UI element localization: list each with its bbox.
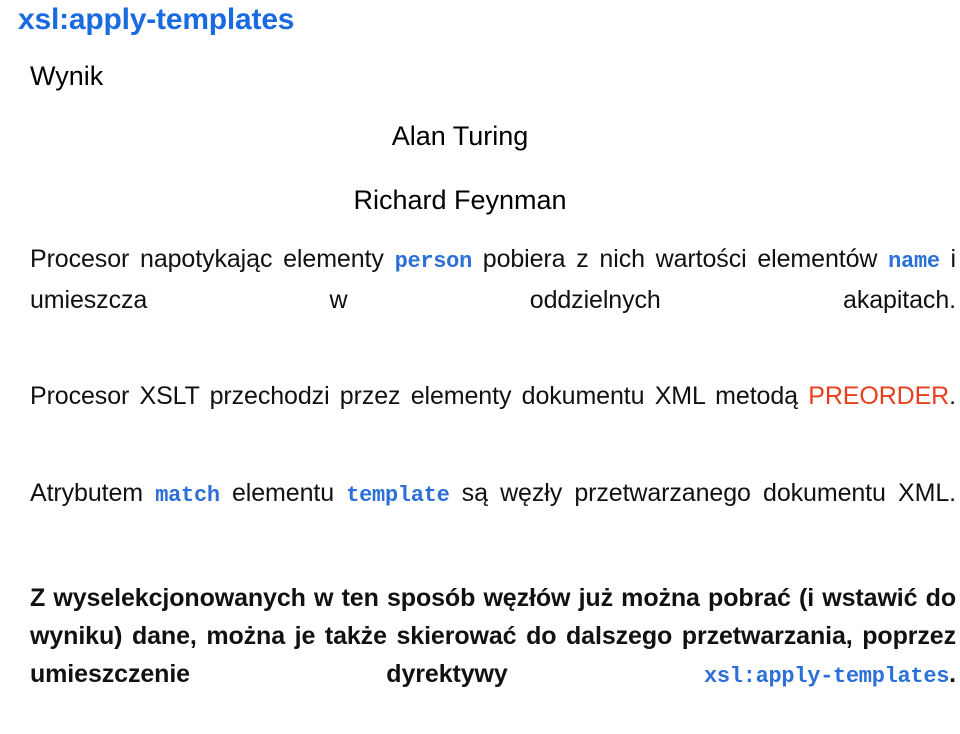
paragraph-3-text-2: elementu [219, 479, 347, 507]
paragraph-3-text-3: są węzły przetwarzanego dokumentu XML. [449, 479, 956, 507]
paragraph-1: Procesor napotykając elementy person pob… [30, 240, 956, 357]
paragraph-1-text-1: Procesor napotykając elementy [30, 245, 395, 273]
slide-canvas: xsl:apply-templates Wynik Alan Turing Ri… [0, 0, 960, 689]
paragraph-2-text-1: Procesor XSLT przechodzi przez elementy … [30, 382, 809, 410]
code-template: template [346, 483, 450, 508]
result-label: Wynik [30, 61, 104, 91]
code-match: match [155, 483, 220, 508]
paragraph-4-text-2: . [949, 660, 956, 688]
paragraph-3: Atrybutem match elementu template są węz… [30, 474, 956, 553]
paragraph-2: Procesor XSLT przechodzi przez elementy … [30, 377, 956, 453]
result-example-block: Wynik Alan Turing Richard Feynman [30, 58, 955, 218]
code-person: person [394, 249, 473, 274]
paragraph-4: Z wyselekcjonowanych w ten sposób węzłów… [30, 579, 956, 734]
body-text-block: Procesor napotykając elementy person pob… [30, 240, 956, 734]
result-name-1: Alan Turing [391, 121, 529, 151]
result-name-2: Richard Feynman [353, 185, 567, 215]
slide-title: xsl:apply-templates [18, 3, 295, 36]
code-xsl-apply-templates: xsl:apply-templates [703, 664, 950, 689]
paragraph-2-text-2: . [949, 382, 956, 410]
keyword-preorder: PREORDER [808, 382, 950, 410]
paragraph-1-text-2: pobiera z nich wartości elementów [471, 245, 889, 273]
code-name: name [888, 249, 940, 274]
paragraph-3-text-1: Atrybutem [30, 479, 156, 507]
